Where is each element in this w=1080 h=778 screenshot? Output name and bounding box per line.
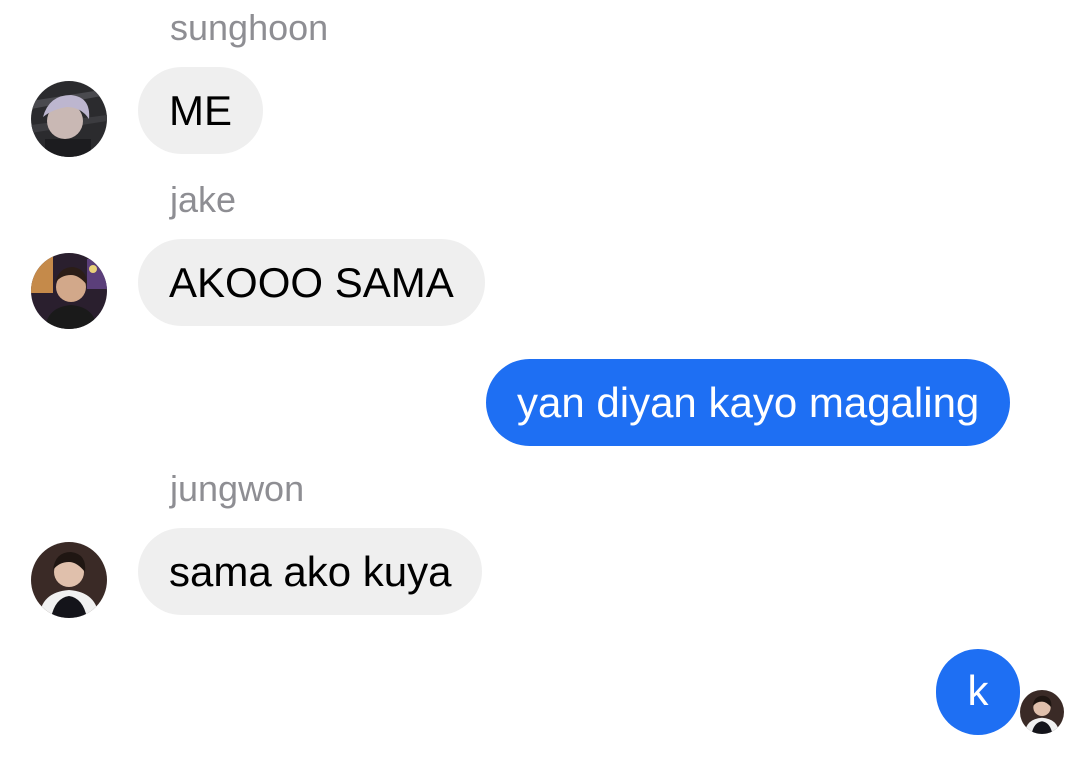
message-bubble-outgoing[interactable]: k — [936, 649, 1020, 735]
chat-thread: sunghoon ME jake AKOOO SAMA yan diyan ka… — [0, 0, 1080, 778]
sunghoon-avatar-icon[interactable] — [31, 81, 107, 157]
message-bubble[interactable]: sama ako kuya — [138, 528, 483, 615]
sender-name-jungwon: jungwon — [170, 468, 305, 509]
sender-name-sunghoon: sunghoon — [170, 7, 329, 48]
jungwon-avatar-icon[interactable] — [31, 542, 107, 618]
message-bubble-outgoing[interactable]: yan diyan kayo magaling — [486, 359, 1011, 446]
jake-avatar-icon[interactable] — [31, 253, 107, 329]
message-bubble[interactable]: AKOOO SAMA — [138, 239, 485, 326]
message-bubble[interactable]: ME — [138, 67, 263, 154]
sender-name-jake: jake — [170, 179, 237, 220]
read-receipt-avatar-icon — [1020, 690, 1064, 734]
